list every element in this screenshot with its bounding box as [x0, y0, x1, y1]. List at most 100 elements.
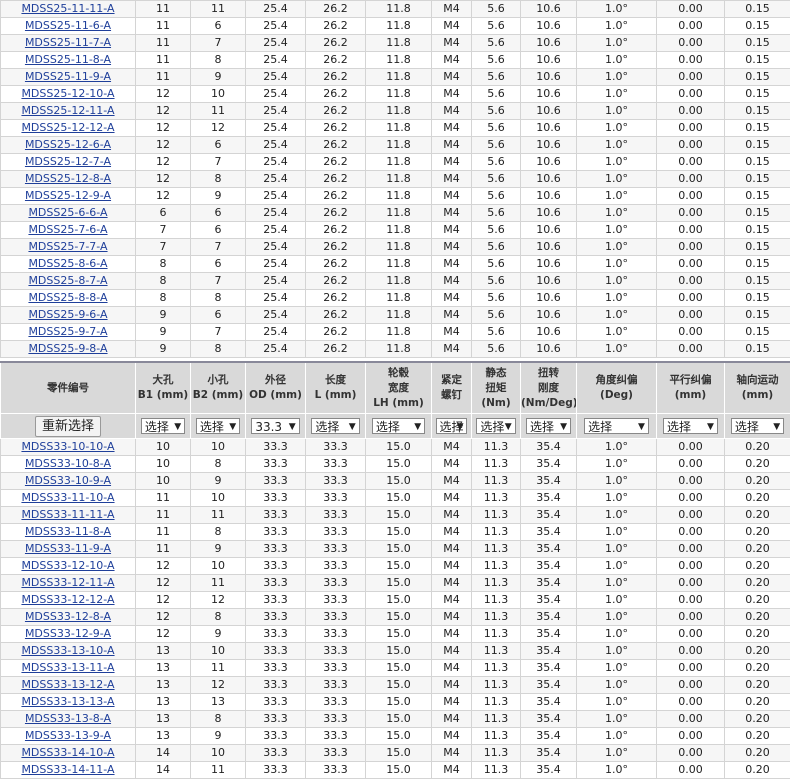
part-number-cell: MDSS25-8-7-A: [1, 273, 136, 290]
part-number-link[interactable]: MDSS25-12-11-A: [21, 104, 114, 117]
part-number-link[interactable]: MDSS33-12-12-A: [21, 593, 114, 606]
table-cell: 0.15: [725, 1, 790, 18]
filter-select[interactable]: 33.3▼: [251, 418, 299, 434]
part-number-link[interactable]: MDSS33-10-8-A: [25, 457, 111, 470]
part-number-link[interactable]: MDSS33-12-10-A: [21, 559, 114, 572]
table-cell: 1.0°: [577, 677, 657, 694]
part-number-link[interactable]: MDSS33-13-13-A: [21, 695, 114, 708]
part-number-link[interactable]: MDSS25-9-8-A: [28, 342, 107, 355]
table-cell: 33.3: [246, 575, 306, 592]
part-number-link[interactable]: MDSS33-10-9-A: [25, 474, 111, 487]
table-cell: M4: [432, 762, 472, 779]
table-cell: 10: [191, 439, 246, 456]
filter-cell: 选择▼: [577, 414, 657, 439]
part-number-link[interactable]: MDSS25-8-8-A: [28, 291, 107, 304]
part-number-link[interactable]: MDSS33-13-11-A: [21, 661, 114, 674]
part-number-link[interactable]: MDSS33-11-8-A: [25, 525, 111, 538]
table-cell: M4: [432, 745, 472, 762]
part-number-link[interactable]: MDSS33-10-10-A: [21, 440, 114, 453]
table-cell: 25.4: [246, 86, 306, 103]
part-number-link[interactable]: MDSS25-11-7-A: [25, 36, 111, 49]
part-number-link[interactable]: MDSS33-13-8-A: [25, 712, 111, 725]
table-cell: 1.0°: [577, 575, 657, 592]
table-cell: 11: [136, 18, 191, 35]
part-number-link[interactable]: MDSS33-12-8-A: [25, 610, 111, 623]
part-number-link[interactable]: MDSS25-7-7-A: [28, 240, 107, 253]
table-cell: 11.3: [472, 745, 521, 762]
table-cell: 1.0°: [577, 154, 657, 171]
part-number-link[interactable]: MDSS25-11-11-A: [21, 2, 114, 15]
part-number-link[interactable]: MDSS33-12-9-A: [25, 627, 111, 640]
filter-select[interactable]: 选择▼: [584, 418, 649, 434]
table-row: MDSS33-12-11-A121133.333.315.0M411.335.4…: [1, 575, 790, 592]
filter-select[interactable]: 选择▼: [196, 418, 240, 434]
part-number-link[interactable]: MDSS25-12-6-A: [25, 138, 111, 151]
filter-select-value: 选择: [376, 420, 400, 434]
part-number-link[interactable]: MDSS33-11-10-A: [21, 491, 114, 504]
part-number-link[interactable]: MDSS25-9-6-A: [28, 308, 107, 321]
part-number-link[interactable]: MDSS25-12-8-A: [25, 172, 111, 185]
table-cell: 0.20: [725, 575, 790, 592]
table-cell: 12: [136, 154, 191, 171]
table-cell: M4: [432, 324, 472, 341]
table-cell: 15.0: [366, 711, 432, 728]
part-number-link[interactable]: MDSS33-11-9-A: [25, 542, 111, 555]
part-number-link[interactable]: MDSS25-8-6-A: [28, 257, 107, 270]
part-number-link[interactable]: MDSS25-6-6-A: [28, 206, 107, 219]
column-header-line: (Nm/Deg): [521, 396, 576, 411]
table-cell: 1.0°: [577, 711, 657, 728]
part-number-link[interactable]: MDSS25-12-10-A: [21, 87, 114, 100]
filter-select[interactable]: 选择▼: [436, 418, 468, 434]
table-cell: 1.0°: [577, 456, 657, 473]
part-number-cell: MDSS33-12-11-A: [1, 575, 136, 592]
reset-button[interactable]: 重新选择: [35, 416, 101, 437]
filter-select[interactable]: 选择▼: [526, 418, 571, 434]
table-row: MDSS25-9-7-A9725.426.211.8M45.610.61.0°0…: [1, 324, 790, 341]
table-cell: 11: [136, 507, 191, 524]
table-cell: M4: [432, 728, 472, 745]
table-cell: 15.0: [366, 524, 432, 541]
table-cell: 1.0°: [577, 35, 657, 52]
part-number-link[interactable]: MDSS25-11-6-A: [25, 19, 111, 32]
table-cell: M4: [432, 341, 472, 358]
table-row: MDSS33-11-9-A11933.333.315.0M411.335.41.…: [1, 541, 790, 558]
table-cell: 0.00: [657, 473, 725, 490]
filter-select[interactable]: 选择▼: [663, 418, 718, 434]
part-number-cell: MDSS33-11-8-A: [1, 524, 136, 541]
part-number-link[interactable]: MDSS25-11-8-A: [25, 53, 111, 66]
table-cell: 33.3: [306, 439, 366, 456]
part-number-link[interactable]: MDSS25-9-7-A: [28, 325, 107, 338]
part-number-link[interactable]: MDSS33-11-11-A: [21, 508, 114, 521]
table-cell: 11.3: [472, 558, 521, 575]
part-number-cell: MDSS33-13-9-A: [1, 728, 136, 745]
filter-select[interactable]: 选择▼: [731, 418, 784, 434]
part-number-link[interactable]: MDSS33-13-12-A: [21, 678, 114, 691]
table-cell: 0.15: [725, 341, 790, 358]
part-number-link[interactable]: MDSS33-14-10-A: [21, 746, 114, 759]
filter-select[interactable]: 选择▼: [141, 418, 185, 434]
part-number-link[interactable]: MDSS25-12-7-A: [25, 155, 111, 168]
table-cell: 35.4: [521, 677, 577, 694]
part-number-link[interactable]: MDSS33-13-9-A: [25, 729, 111, 742]
table-cell: 10.6: [521, 120, 577, 137]
filter-select[interactable]: 选择▼: [476, 418, 515, 434]
part-number-link[interactable]: MDSS33-13-10-A: [21, 644, 114, 657]
column-header-row: 零件编号大孔B1 (mm)小孔B2 (mm)外径OD (mm)长度L (mm)轮…: [1, 362, 790, 414]
part-number-link[interactable]: MDSS33-12-11-A: [21, 576, 114, 589]
part-number-cell: MDSS25-12-6-A: [1, 137, 136, 154]
part-number-link[interactable]: MDSS25-11-9-A: [25, 70, 111, 83]
part-number-link[interactable]: MDSS25-7-6-A: [28, 223, 107, 236]
column-header: 大孔B1 (mm): [136, 362, 191, 414]
table-row: MDSS25-11-11-A111125.426.211.8M45.610.61…: [1, 1, 790, 18]
part-number-link[interactable]: MDSS25-8-7-A: [28, 274, 107, 287]
table-cell: M4: [432, 609, 472, 626]
part-number-link[interactable]: MDSS25-12-9-A: [25, 189, 111, 202]
filter-select[interactable]: 选择▼: [372, 418, 425, 434]
table-cell: 0.00: [657, 1, 725, 18]
part-number-link[interactable]: MDSS25-12-12-A: [21, 121, 114, 134]
table-cell: 1.0°: [577, 239, 657, 256]
table-cell: 33.3: [306, 694, 366, 711]
filter-select[interactable]: 选择▼: [311, 418, 359, 434]
filter-select-value: 选择: [145, 420, 169, 434]
table-cell: 13: [136, 660, 191, 677]
